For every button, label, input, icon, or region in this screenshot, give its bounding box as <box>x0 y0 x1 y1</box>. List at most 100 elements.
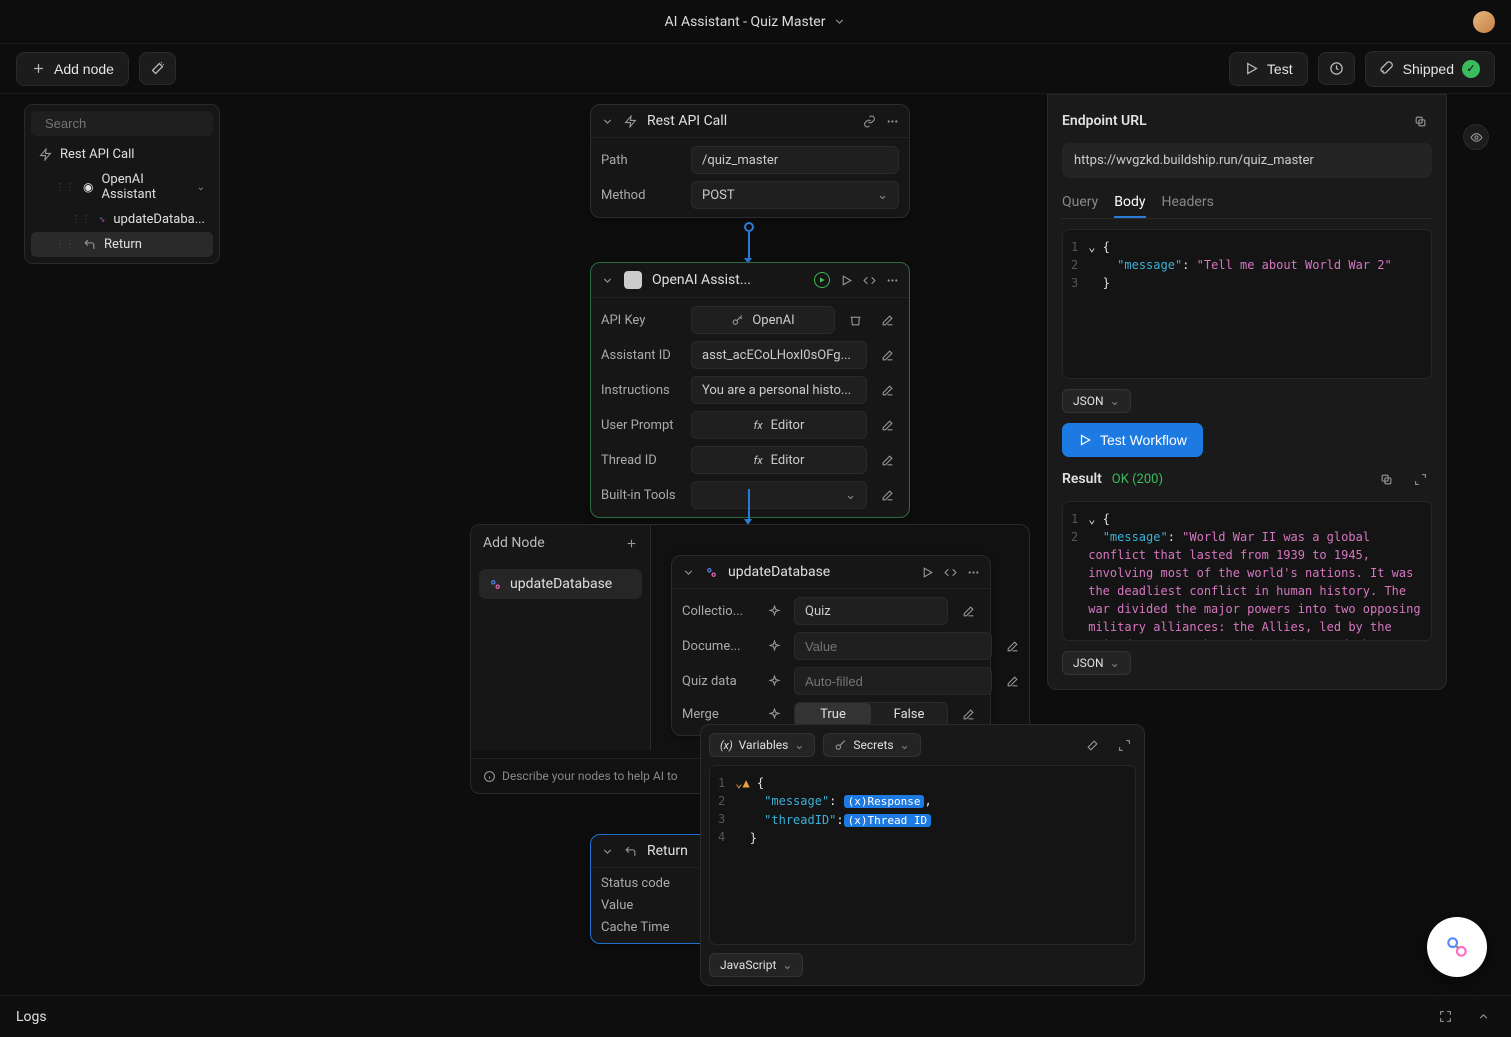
merge-true[interactable]: True <box>795 703 871 726</box>
edit-icon[interactable] <box>1000 634 1024 658</box>
edit-icon[interactable] <box>956 599 980 623</box>
node-update-database[interactable]: updateDatabase Collectio... Quiz Docume.… <box>671 555 991 736</box>
help-float-button[interactable] <box>1427 917 1487 977</box>
shipped-check-badge: ✓ <box>1462 60 1480 78</box>
eye-icon <box>1470 131 1483 144</box>
rocket-icon <box>1380 61 1395 76</box>
chevron-down-icon[interactable] <box>601 274 614 287</box>
more-icon[interactable] <box>967 566 980 579</box>
tree-search[interactable] <box>31 111 213 136</box>
sparkle-icon[interactable] <box>762 703 786 727</box>
chevron-down-icon[interactable] <box>601 845 614 858</box>
secrets-dropdown[interactable]: Secrets ⌄ <box>823 733 920 757</box>
fullscreen-icon[interactable] <box>1433 1005 1457 1029</box>
chevron-down-icon: ⌄ <box>197 182 205 193</box>
user-prompt-editor[interactable]: fx Editor <box>691 411 867 439</box>
addnode-hint: Describe your nodes to help AI to <box>502 769 678 783</box>
expand-icon[interactable] <box>1408 467 1432 491</box>
variables-dropdown[interactable]: (x) Variables ⌄ <box>709 733 815 757</box>
editor-code[interactable]: ⌄▲ { "message": (x)Response, "threadID":… <box>735 774 1127 936</box>
magic-wand-button[interactable] <box>139 52 176 85</box>
play-outline-icon[interactable] <box>921 566 934 579</box>
document-input[interactable] <box>794 632 992 660</box>
history-button[interactable] <box>1318 52 1355 85</box>
more-icon[interactable] <box>886 115 899 128</box>
edit-icon[interactable] <box>1000 669 1024 693</box>
addnode-item-updatedb[interactable]: updateDatabase <box>479 569 642 599</box>
project-title-dropdown[interactable]: AI Assistant - Quiz Master <box>665 14 847 30</box>
chevron-up-icon[interactable] <box>1471 1005 1495 1029</box>
buildship-icon <box>489 578 502 591</box>
language-select[interactable]: JavaScript ⌄ <box>709 953 803 977</box>
chevron-down-icon[interactable] <box>601 115 614 128</box>
tab-headers[interactable]: Headers <box>1162 188 1214 218</box>
method-select[interactable]: POST ⌄ <box>691 181 899 209</box>
test-workflow-button[interactable]: Test Workflow <box>1062 423 1203 457</box>
code-icon[interactable] <box>863 274 876 287</box>
tree-item-openai[interactable]: ⋮⋮ ◉ OpenAI Assistant ⌄ <box>31 167 213 207</box>
play-icon <box>1244 61 1259 76</box>
expand-icon[interactable] <box>1112 733 1136 757</box>
sparkle-icon[interactable] <box>762 634 786 658</box>
avatar[interactable] <box>1473 11 1495 33</box>
info-icon <box>483 770 496 783</box>
edit-icon[interactable] <box>875 378 899 402</box>
panel-toggle-button[interactable] <box>1463 124 1489 150</box>
connector <box>748 489 750 519</box>
assistant-id-input[interactable]: asst_acECoLHoxI0sOFg... <box>691 341 867 369</box>
tree-item-label: updateDataba... <box>113 212 205 227</box>
api-key-value[interactable]: OpenAI <box>691 306 835 334</box>
chevron-down-icon[interactable] <box>682 566 695 579</box>
delete-icon[interactable] <box>843 308 867 332</box>
play-outline-icon[interactable] <box>840 274 853 287</box>
node-title: updateDatabase <box>728 564 911 580</box>
test-button[interactable]: Test <box>1229 52 1308 86</box>
grip-icon: ⋮⋮ <box>55 182 75 193</box>
tree-item-return[interactable]: ⋮⋮ Return <box>31 232 213 257</box>
endpoint-url[interactable]: https://wvgzkd.buildship.run/quiz_master <box>1062 143 1432 178</box>
code-icon[interactable] <box>944 566 957 579</box>
plus-icon <box>31 61 46 76</box>
link-icon[interactable] <box>863 115 876 128</box>
node-rest-api[interactable]: Rest API Call Path /quiz_master Method P… <box>590 104 910 218</box>
edit-icon[interactable] <box>956 703 980 727</box>
result-format-select[interactable]: JSON ⌄ <box>1062 651 1131 675</box>
add-node-button[interactable]: Add node <box>16 52 129 86</box>
shipped-label: Shipped <box>1403 61 1454 77</box>
search-input[interactable] <box>45 116 221 131</box>
field-label: Docume... <box>682 639 754 654</box>
more-icon[interactable] <box>886 274 899 287</box>
instructions-input[interactable]: You are a personal histo... <box>691 376 867 404</box>
tree-item-updatedb[interactable]: ⋮⋮ updateDataba... <box>31 207 213 232</box>
request-body-editor[interactable]: ⌄ { "message": "Tell me about World War … <box>1088 238 1423 370</box>
test-label: Test <box>1267 61 1293 77</box>
copy-icon[interactable] <box>1408 109 1432 133</box>
result-label: Result <box>1062 471 1102 487</box>
edit-icon[interactable] <box>875 308 899 332</box>
shipped-button[interactable]: Shipped ✓ <box>1365 51 1495 87</box>
sparkle-icon[interactable] <box>762 599 786 623</box>
tree-item-rest-api[interactable]: Rest API Call <box>31 142 213 167</box>
bolt-icon <box>39 148 52 161</box>
edit-icon[interactable] <box>875 343 899 367</box>
grip-icon: ⋮⋮ <box>55 239 75 250</box>
edit-icon[interactable] <box>875 483 899 507</box>
logs-label[interactable]: Logs <box>16 1009 47 1025</box>
copy-icon[interactable] <box>1374 467 1398 491</box>
body-format-select[interactable]: JSON ⌄ <box>1062 389 1131 413</box>
plus-icon[interactable] <box>625 537 638 550</box>
merge-false[interactable]: False <box>871 703 947 726</box>
edit-icon[interactable] <box>875 448 899 472</box>
tree-item-label: OpenAI Assistant <box>101 172 188 202</box>
collection-input[interactable]: Quiz <box>794 597 948 625</box>
edit-icon[interactable] <box>875 413 899 437</box>
thread-id-editor[interactable]: fx Editor <box>691 446 867 474</box>
tab-body[interactable]: Body <box>1114 188 1145 218</box>
tab-query[interactable]: Query <box>1062 188 1098 218</box>
builtin-tools-select[interactable]: ⌄ <box>691 481 867 509</box>
node-openai-assistant[interactable]: OpenAI Assist... API Key OpenAI Assistan… <box>590 262 910 518</box>
sparkle-icon[interactable] <box>762 669 786 693</box>
wand-icon[interactable] <box>1080 733 1104 757</box>
quizdata-input[interactable] <box>794 667 992 695</box>
path-input[interactable]: /quiz_master <box>691 146 899 174</box>
